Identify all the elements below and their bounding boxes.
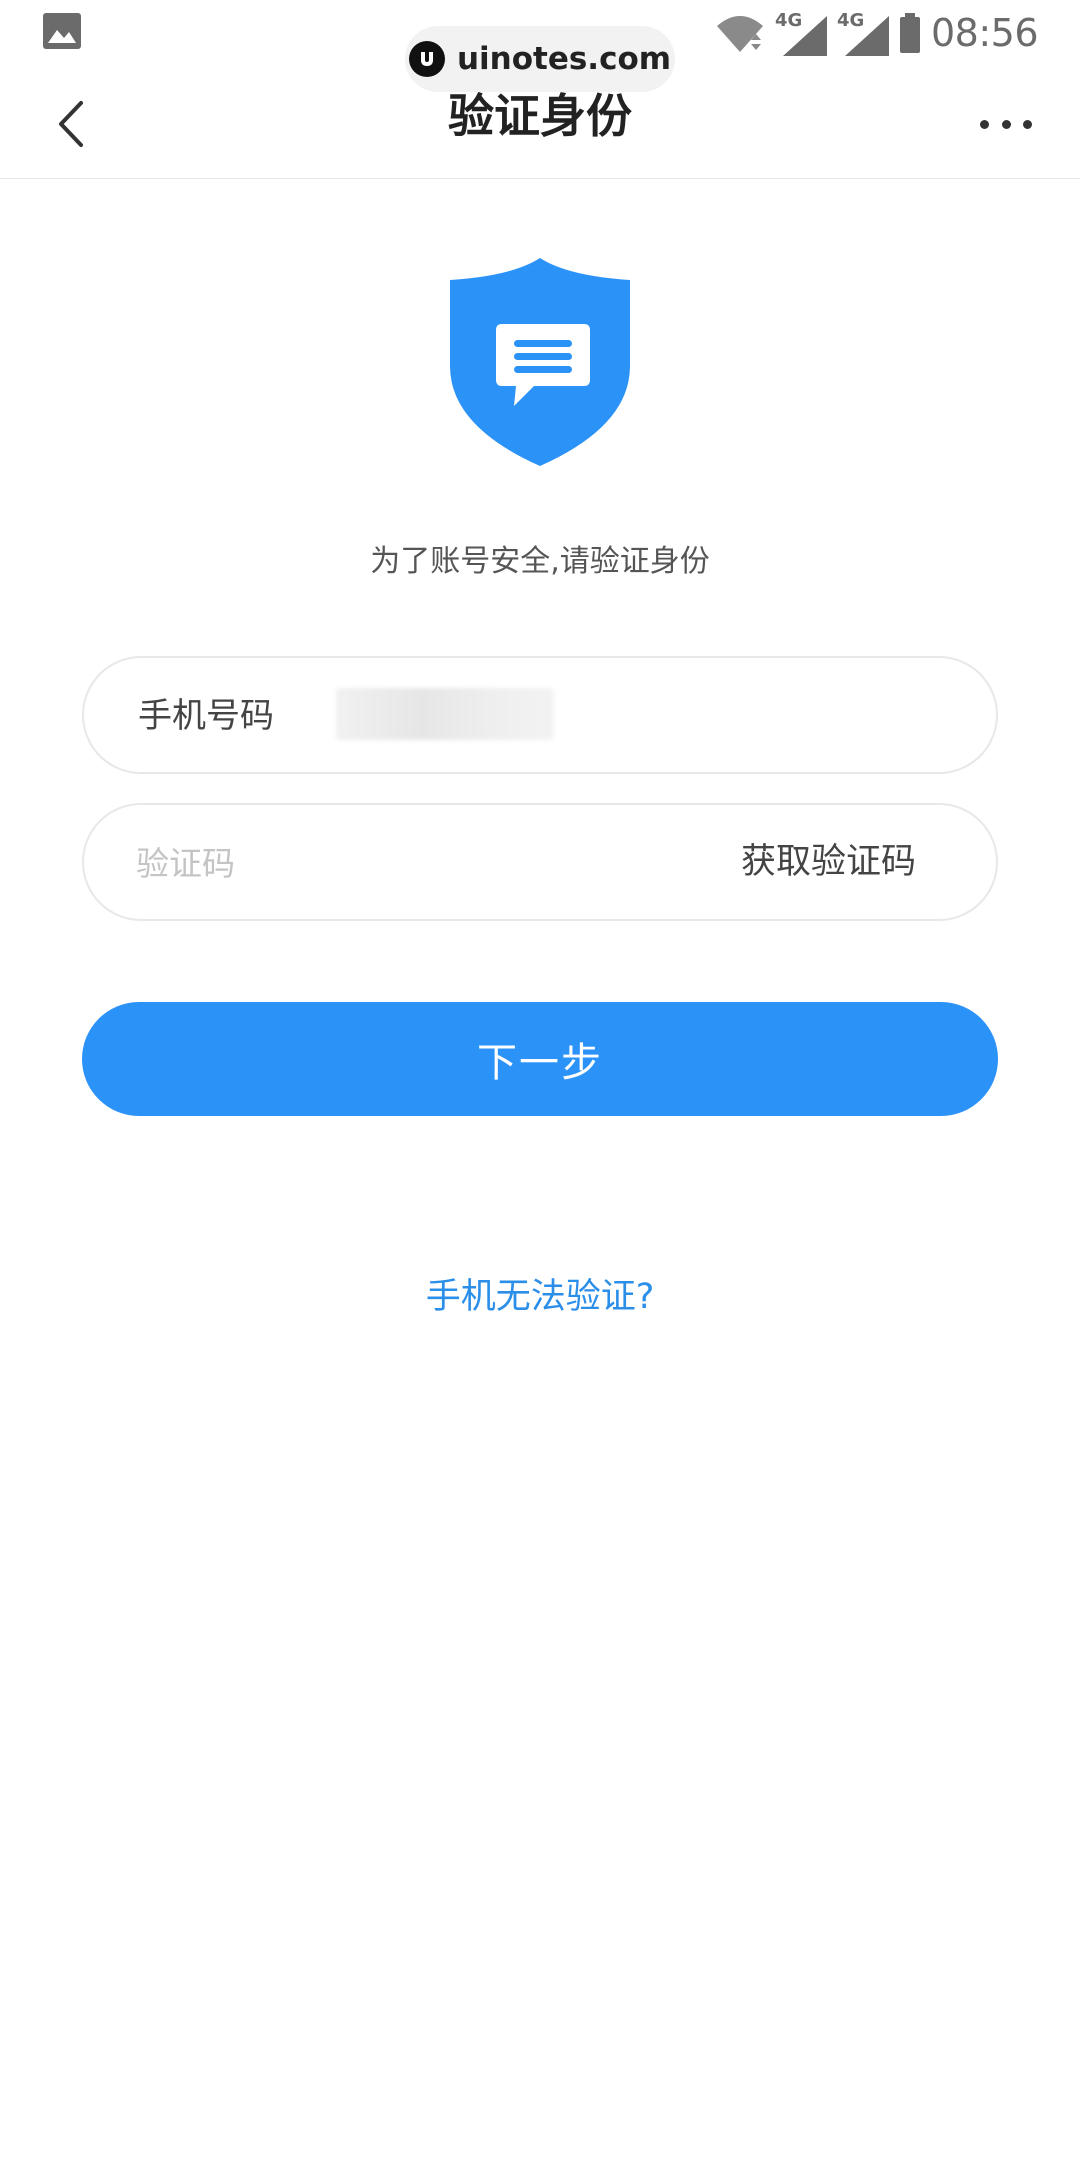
more-button[interactable]: [972, 100, 1040, 148]
verify-subtitle: 为了账号安全,请验证身份: [370, 544, 710, 579]
signal-1: 4G: [775, 10, 827, 56]
watermark-text: uinotes.com: [456, 41, 672, 77]
masked-phone-number: [336, 688, 554, 740]
cannot-verify-link[interactable]: 手机无法验证?: [0, 1272, 1080, 1322]
shield-message-icon: [450, 258, 630, 466]
signal-2: 4G: [837, 10, 889, 56]
code-field: 获取验证码: [82, 803, 998, 921]
get-code-button[interactable]: 获取验证码: [741, 839, 916, 885]
more-icon-dot: [1023, 119, 1032, 129]
watermark-logo-icon: [408, 41, 445, 77]
status-icons: 4G 4G 08:56: [715, 6, 1039, 60]
next-step-button[interactable]: 下一步: [82, 1002, 998, 1116]
gallery-icon: [43, 13, 81, 49]
battery-icon: [899, 13, 920, 53]
phone-label: 手机号码: [138, 696, 274, 736]
more-icon-dot: [980, 119, 989, 129]
signal-icon: [782, 16, 827, 56]
watermark-badge: uinotes.com: [405, 26, 675, 92]
page-title: 验证身份: [448, 89, 632, 143]
verification-code-input[interactable]: [136, 835, 616, 891]
clock: 08:56: [930, 11, 1039, 55]
signal-icon: [844, 16, 889, 56]
more-icon-dot: [1001, 119, 1011, 129]
phone-field[interactable]: 手机号码: [82, 656, 998, 774]
wifi-icon: [716, 16, 763, 52]
